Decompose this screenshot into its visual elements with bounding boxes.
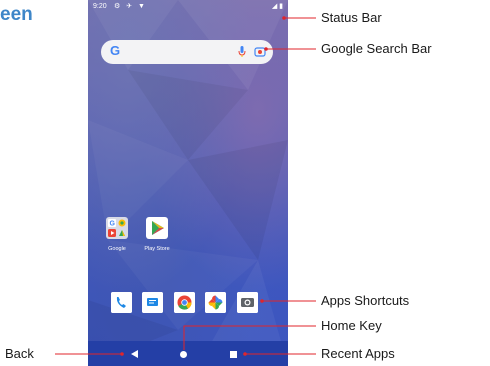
label-home-key: Home Key	[321, 318, 382, 333]
google-g-icon: G	[110, 43, 121, 58]
chrome-icon[interactable]	[174, 292, 195, 313]
app-label: Google	[108, 246, 126, 252]
status-time: 9:20	[93, 3, 107, 10]
status-bar: 9:20 ⚙ ✈ ▼ ◢ ▮	[88, 0, 288, 16]
phone-screen: 9:20 ⚙ ✈ ▼ ◢ ▮ G G Google Play Store	[88, 0, 288, 366]
label-apps-shortcuts: Apps Shortcuts	[321, 293, 410, 308]
battery-icon: ◢ ▮	[271, 3, 283, 10]
camera-icon[interactable]	[237, 292, 258, 313]
label-status-bar: Status Bar	[321, 10, 382, 25]
messages-icon[interactable]	[142, 292, 163, 313]
app-play-store[interactable]: Play Store	[135, 217, 179, 252]
navigation-bar	[88, 341, 288, 366]
back-button[interactable]	[131, 350, 139, 358]
page-title-fragment: een	[0, 4, 33, 25]
svg-text:G: G	[110, 221, 116, 228]
google-folder-icon: G	[106, 217, 128, 239]
google-search-bar[interactable]: G	[101, 40, 273, 64]
lens-icon[interactable]	[254, 46, 266, 58]
notification-icons: ⚙ ✈ ▼	[114, 3, 147, 10]
label-search-bar: Google Search Bar	[321, 41, 432, 56]
play-store-icon	[146, 217, 168, 239]
label-back: Back	[5, 346, 34, 361]
app-google-folder[interactable]: G Google	[95, 217, 139, 252]
label-recent-apps: Recent Apps	[321, 346, 395, 361]
photos-icon[interactable]	[205, 292, 226, 313]
recent-apps-button[interactable]	[230, 351, 237, 358]
phone-icon[interactable]	[111, 292, 132, 313]
app-label: Play Store	[144, 246, 170, 252]
mic-icon[interactable]	[238, 46, 246, 58]
home-button[interactable]	[180, 351, 187, 358]
